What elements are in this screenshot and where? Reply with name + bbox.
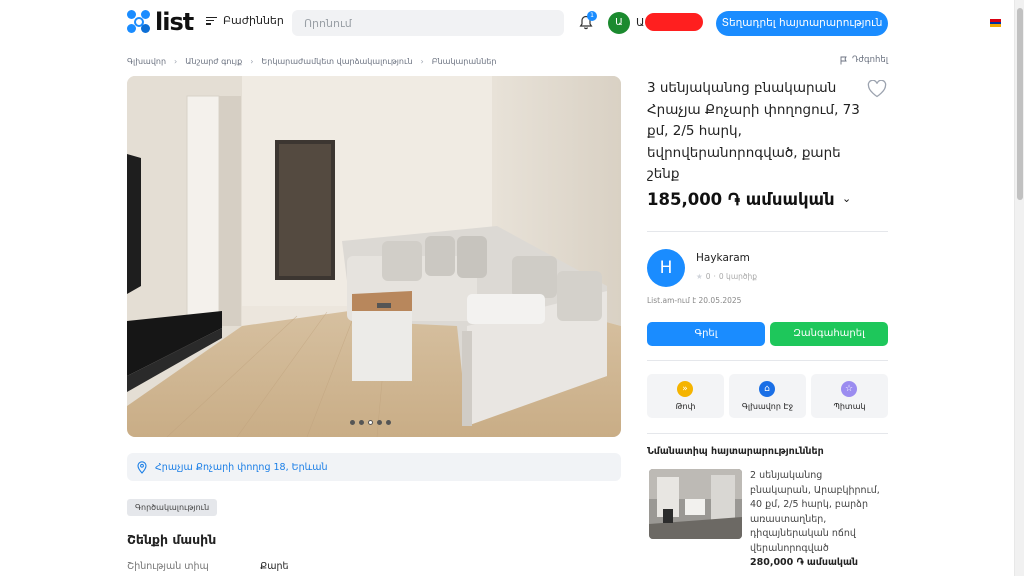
gallery-dot[interactable] [377, 420, 382, 425]
heart-icon[interactable] [867, 80, 887, 98]
listing-photo[interactable] [127, 76, 621, 437]
divider [647, 231, 888, 232]
home-promo-button[interactable]: ⌂ Գլխավոր Էջ [729, 374, 806, 418]
star-icon: ☆ [841, 381, 857, 397]
categories-label: Բաժիններ [223, 14, 284, 27]
listing-title: 3 սենյականոց բնակարան Հրաչյա Քոչարի փողո… [647, 80, 860, 182]
post-ad-button[interactable]: Տեղադրել հայտարարություն [716, 11, 888, 36]
action-label: Պիտակ [833, 402, 866, 411]
report-label: Դժգոհել [852, 55, 889, 65]
divider [647, 360, 888, 361]
gallery-dot[interactable] [359, 420, 364, 425]
reviews-count[interactable]: 0 կարծիք [719, 272, 757, 281]
home-icon: ⌂ [759, 381, 775, 397]
gallery-dot[interactable] [350, 420, 355, 425]
action-label: Գլխավոր Էջ [741, 402, 794, 411]
list-logo[interactable]: list [127, 8, 194, 36]
location-pin-icon [137, 460, 147, 474]
rating-sep: · [713, 272, 716, 281]
breadcrumb: Գլխավոր › Անշարժ գույք › Երկարաժամկետ վա… [127, 57, 496, 66]
chevron-right-icon: › [250, 57, 254, 66]
menu-icon [206, 16, 217, 25]
rating-value: 0 [705, 272, 711, 281]
similar-ad-thumbnail[interactable] [649, 469, 742, 539]
report-button[interactable]: Դժգոհել [840, 55, 888, 65]
call-button[interactable]: Զանգահարել [770, 322, 888, 346]
redaction-mark [645, 13, 703, 31]
breadcrumb-item[interactable]: Բնակարաններ [432, 57, 497, 66]
user-avatar[interactable]: Ա [608, 12, 630, 34]
divider [647, 433, 888, 434]
breadcrumb-item[interactable]: Անշարժ գույք [185, 57, 242, 66]
breadcrumb-item[interactable]: Գլխավոր [127, 57, 166, 66]
building-section-title: Շենքի մասին [127, 532, 217, 547]
breadcrumb-item[interactable]: Երկարաժամկետ վարձակալություն [261, 57, 412, 66]
search-input[interactable] [292, 10, 564, 36]
categories-button[interactable]: Բաժիններ [206, 14, 284, 27]
language-flag-icon[interactable] [990, 19, 1001, 27]
posted-date: List.am-ում է 20.05.2025 [647, 296, 742, 305]
similar-ad-photo [649, 469, 742, 539]
gallery-dot[interactable] [386, 420, 391, 425]
flag-icon [840, 56, 847, 64]
label-promo-button[interactable]: ☆ Պիտակ [811, 374, 888, 418]
logo-mark-icon [127, 10, 151, 34]
top-header: list Բաժիններ 1 Ա Ա Տեղադրել հայտարարութ… [0, 0, 1014, 46]
agency-tag: Գործակալություն [127, 499, 218, 516]
similar-ad-price: 280,000 ֏ ամսական [750, 557, 859, 568]
similar-ad-title[interactable]: 2 սենյականոց բնակարան, Արաբկիրում, 40 քմ… [750, 469, 886, 556]
seller-avatar[interactable]: H [647, 249, 685, 287]
write-button[interactable]: Գրել [647, 322, 765, 346]
notification-badge: 1 [587, 11, 597, 21]
spec-label: Շինության տիպ [127, 561, 209, 572]
address-text: Հրաչյա Քոչարի փողոց 18, Երևան [155, 461, 328, 473]
chevron-right-icon: › [420, 57, 424, 66]
similar-ads-title: Նմանատիպ հայտարարություններ [647, 446, 824, 457]
address-bar[interactable]: Հրաչյա Քոչարի փողոց 18, Երևան [127, 453, 621, 481]
chevron-down-icon[interactable]: ⌄ [842, 192, 851, 205]
scrollbar-thumb[interactable] [1017, 8, 1023, 200]
chevron-right-icon: › [174, 57, 178, 66]
logo-text: list [155, 8, 194, 36]
page-scrollbar[interactable] [1014, 0, 1024, 576]
gallery-dot-active[interactable] [368, 420, 373, 425]
listing-price: 185,000 ֏ ամսական [647, 190, 835, 209]
gallery-dots [350, 420, 391, 425]
seller-name[interactable]: Haykaram [696, 252, 750, 264]
up-arrows-icon: » [677, 381, 693, 397]
user-name[interactable]: Ա [636, 16, 644, 29]
seller-rating: ★ 0 · 0 կարծիք [696, 272, 757, 281]
star-icon: ★ [696, 272, 703, 281]
action-label: Թոփ [675, 402, 696, 411]
spec-value: Քարե [260, 561, 289, 572]
top-promo-button[interactable]: » Թոփ [647, 374, 724, 418]
living-room-photo [127, 76, 621, 437]
